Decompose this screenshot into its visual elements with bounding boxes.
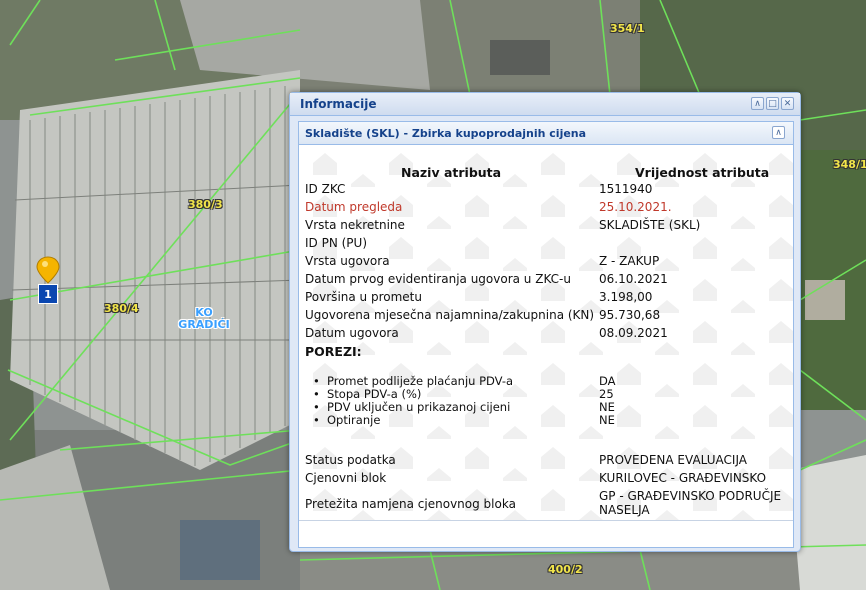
table-row: Vrsta ugovora Z - ZAKUP bbox=[305, 254, 785, 271]
ko-label-line2: GRADIĆI bbox=[178, 318, 230, 331]
table-row: Površina u prometu 3.198,00 bbox=[305, 290, 785, 307]
parcel-label-354-1: 354/1 bbox=[610, 22, 645, 35]
table-row: Ugovorena mjesečna najamnina/zakupnina (… bbox=[305, 308, 785, 325]
attr-name: Promet podliježe plaćanju PDV-a bbox=[313, 374, 513, 388]
panel-collapse-icon[interactable]: ∧ bbox=[772, 126, 785, 139]
attr-value: 95.730,68 bbox=[599, 308, 661, 322]
attr-name: Ugovorena mjesečna najamnina/zakupnina (… bbox=[305, 308, 595, 322]
attr-name: Pretežita namjena cjenovnog bloka bbox=[305, 497, 516, 511]
attr-name: Optiranje bbox=[313, 413, 380, 427]
table-row: Datum prvog evidentiranja ugovora u ZKC-… bbox=[305, 272, 785, 289]
attr-name: Datum ugovora bbox=[305, 326, 399, 340]
table-row: ID ZKC 1511940 bbox=[305, 182, 785, 199]
parcel-label-380-4: 380/4 bbox=[104, 302, 139, 315]
attr-name: Status podatka bbox=[305, 453, 396, 467]
attr-name: Vrsta nekretnine bbox=[305, 218, 405, 232]
location-pin-icon bbox=[36, 256, 60, 284]
panel-footer bbox=[299, 520, 793, 547]
attr-value: KURILOVEC - GRAĐEVINSKO bbox=[599, 471, 767, 485]
marker-number-badge: 1 bbox=[38, 284, 58, 304]
column-header-value: Vrijednost atributa bbox=[635, 165, 770, 180]
attributes-body: Naziv atributa Vrijednost atributa ID ZK… bbox=[299, 145, 793, 520]
list-item: Optiranje NE bbox=[305, 413, 785, 427]
popup-title: Informacije bbox=[300, 97, 377, 111]
table-row: Status podatka PROVEDENA EVALUACIJA bbox=[305, 453, 785, 470]
table-row: ID PN (PU) bbox=[305, 236, 785, 253]
attr-name: Cjenovni blok bbox=[305, 471, 387, 485]
attr-value: NE bbox=[599, 400, 615, 414]
attr-value: 1511940 bbox=[599, 182, 653, 196]
parcel-label-400-2: 400/2 bbox=[548, 563, 583, 576]
attr-value: 08.09.2021 bbox=[599, 326, 668, 340]
column-header-name: Naziv atributa bbox=[401, 165, 502, 180]
panel-header[interactable]: Skladište (SKL) - Zbirka kupoprodajnih c… bbox=[299, 122, 793, 145]
info-popup-window: Informacije ∧ □ ✕ Skladište (SKL) - Zbir… bbox=[289, 92, 801, 552]
attr-value: NE bbox=[599, 413, 615, 427]
attr-value: Z - ZAKUP bbox=[599, 254, 660, 268]
attr-name: Datum prvog evidentiranja ugovora u ZKC-… bbox=[305, 272, 571, 286]
table-row: Pretežita namjena cjenovnog bloka GP - G… bbox=[305, 489, 785, 520]
attr-name: Stopa PDV-a (%) bbox=[313, 387, 421, 401]
attr-name: Vrsta ugovora bbox=[305, 254, 390, 268]
attr-name: PDV uključen u prikazanoj cijeni bbox=[313, 400, 510, 414]
popup-header[interactable]: Informacije ∧ □ ✕ bbox=[290, 93, 800, 116]
table-row: Datum ugovora 08.09.2021 bbox=[305, 326, 785, 343]
cadastral-municipality-label: KO GRADIĆI bbox=[176, 307, 232, 331]
close-icon[interactable]: ✕ bbox=[781, 97, 794, 110]
attr-value: 06.10.2021 bbox=[599, 272, 668, 286]
table-row: Cjenovni blok KURILOVEC - GRAĐEVINSKO bbox=[305, 471, 785, 488]
list-item: PDV uključen u prikazanoj cijeni NE bbox=[305, 400, 785, 414]
collapse-up-icon[interactable]: ∧ bbox=[751, 97, 764, 110]
attr-value: 3.198,00 bbox=[599, 290, 653, 304]
parcel-label-380-3: 380/3 bbox=[188, 198, 223, 211]
attr-value: 25.10.2021. bbox=[599, 200, 672, 214]
attr-value: GP - GRAĐEVINSKO PODRUČJE NASELJA bbox=[599, 489, 781, 517]
attr-value-line2: NASELJA bbox=[599, 503, 650, 517]
table-row: Datum pregleda 25.10.2021. bbox=[305, 200, 785, 217]
attr-value: DA bbox=[599, 374, 616, 388]
attributes-panel: Skladište (SKL) - Zbirka kupoprodajnih c… bbox=[298, 121, 794, 548]
porezi-heading: POREZI: bbox=[305, 344, 362, 359]
attr-value: SKLADIŠTE (SKL) bbox=[599, 218, 701, 232]
list-item: Promet podliježe plaćanju PDV-a DA bbox=[305, 374, 785, 388]
attr-name: Površina u prometu bbox=[305, 290, 422, 304]
panel-title: Skladište (SKL) - Zbirka kupoprodajnih c… bbox=[305, 127, 587, 140]
attr-name: ID ZKC bbox=[305, 182, 346, 196]
attr-value-line1: GP - GRAĐEVINSKO PODRUČJE bbox=[599, 489, 782, 503]
table-row: Vrsta nekretnine SKLADIŠTE (SKL) bbox=[305, 218, 785, 235]
attr-value: PROVEDENA EVALUACIJA bbox=[599, 453, 747, 467]
maximize-icon[interactable]: □ bbox=[766, 97, 779, 110]
attr-name: ID PN (PU) bbox=[305, 236, 368, 250]
list-item: Stopa PDV-a (%) 25 bbox=[305, 387, 785, 401]
attr-value: 25 bbox=[599, 387, 614, 401]
attr-name: Datum pregleda bbox=[305, 200, 403, 214]
parcel-label-348-1: 348/1 bbox=[833, 158, 866, 171]
